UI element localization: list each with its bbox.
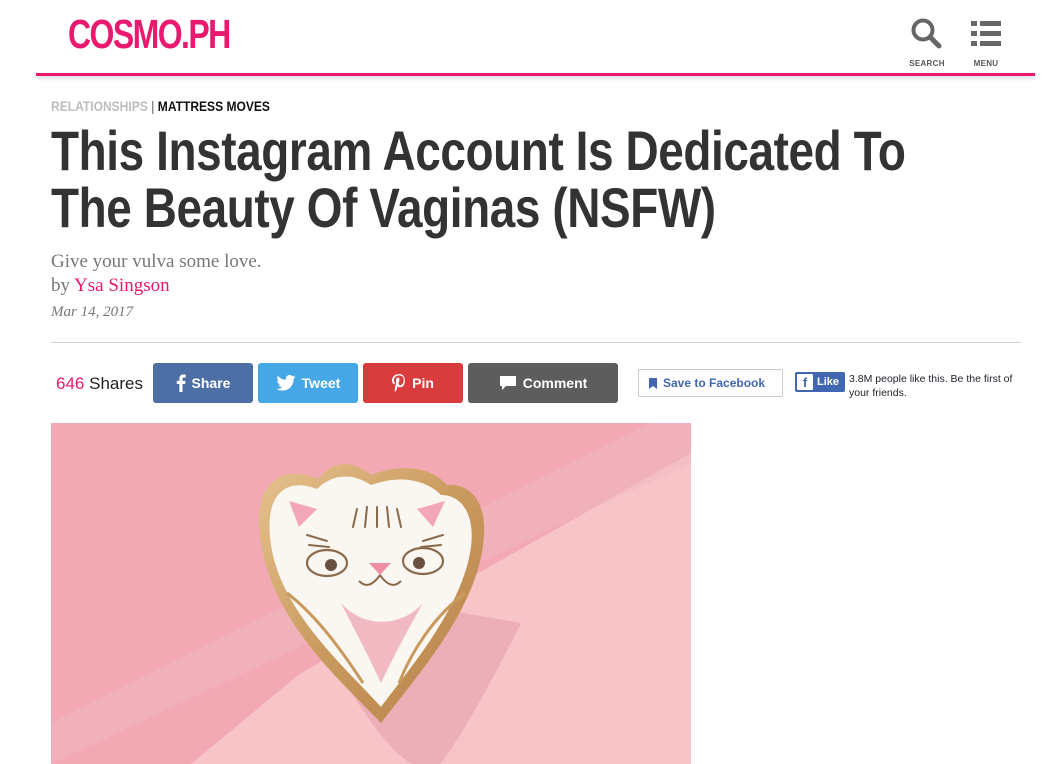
breadcrumb-section[interactable]: RELATIONSHIPS — [51, 98, 148, 114]
twitter-tweet-label: Tweet — [301, 375, 341, 391]
like-social-text: 3.8M people like this. Be the first of y… — [849, 373, 1013, 399]
bookmark-icon — [649, 377, 657, 389]
share-count-label: Shares — [89, 374, 143, 393]
breadcrumb-separator: | — [151, 98, 155, 114]
byline: by Ysa Singson — [51, 275, 170, 297]
menu-label: MENU — [973, 59, 999, 68]
save-to-facebook-button[interactable]: Save to Facebook — [638, 369, 783, 397]
divider — [51, 342, 1021, 343]
cat-heart-pin-illustration — [51, 423, 691, 764]
article-title: This Instagram Account Is Dedicated To T… — [51, 119, 906, 239]
share-count-number: 646 — [56, 374, 85, 393]
author-link[interactable]: Ysa Singson — [74, 275, 170, 296]
comment-button[interactable]: Comment — [468, 363, 618, 403]
publish-date: Mar 14, 2017 — [51, 304, 134, 320]
menu-icon — [971, 21, 1001, 46]
facebook-share-button[interactable]: Share — [153, 363, 253, 403]
facebook-icon — [176, 374, 186, 392]
facebook-like-button[interactable]: f Like — [795, 372, 845, 392]
twitter-icon — [276, 375, 296, 391]
breadcrumb-subsection[interactable]: MATTRESS MOVES — [158, 98, 270, 114]
article-dek: Give your vulva some love. — [51, 251, 262, 272]
search-label: SEARCH — [909, 59, 945, 68]
facebook-f-icon: f — [797, 374, 813, 390]
breadcrumb: RELATIONSHIPS | MATTRESS MOVES — [51, 98, 270, 114]
menu-button[interactable]: MENU — [966, 18, 1006, 68]
save-to-facebook-label: Save to Facebook — [663, 376, 766, 390]
search-icon — [911, 18, 942, 49]
search-button[interactable]: SEARCH — [907, 18, 947, 68]
share-count: 646 Shares — [56, 374, 143, 394]
facebook-share-label: Share — [191, 375, 231, 391]
pinterest-icon — [392, 374, 406, 392]
hero-image — [51, 423, 691, 764]
like-label: Like — [817, 376, 840, 388]
header-divider — [36, 73, 1035, 76]
site-logo[interactable]: COSMO.PH — [68, 14, 231, 55]
comment-icon — [499, 376, 516, 390]
twitter-tweet-button[interactable]: Tweet — [258, 363, 358, 403]
byline-prefix: by — [51, 275, 70, 296]
comment-label: Comment — [522, 375, 588, 391]
pinterest-pin-label: Pin — [412, 375, 434, 391]
pinterest-pin-button[interactable]: Pin — [363, 363, 463, 403]
